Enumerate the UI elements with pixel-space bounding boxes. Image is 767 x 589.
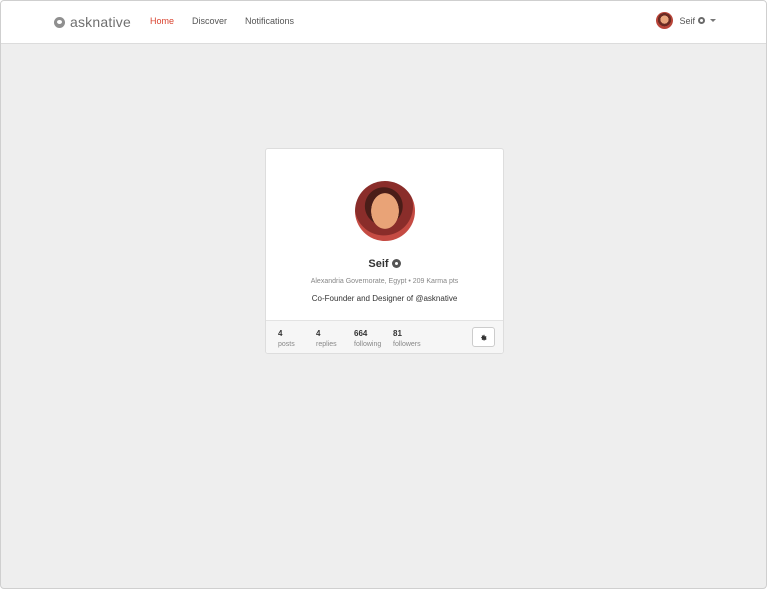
profile-bio: Co-Founder and Designer of @asknative — [311, 294, 458, 303]
logo-icon — [54, 17, 65, 28]
stat-label: posts — [278, 341, 295, 348]
user-menu[interactable]: Seif — [656, 12, 716, 29]
profile-name: Seif — [368, 258, 389, 270]
stat-label: replies — [316, 341, 337, 348]
nav-item-notifications[interactable]: Notifications — [245, 16, 294, 26]
stat-value: 664 — [354, 329, 368, 338]
stat-value: 4 — [316, 329, 321, 338]
verified-badge-icon — [391, 259, 401, 268]
stat-value: 4 — [278, 329, 283, 338]
stat-replies[interactable]: 4 replies — [316, 329, 337, 348]
stat-value: 81 — [393, 329, 402, 338]
stat-following[interactable]: 664 following — [354, 329, 381, 348]
profile-name-row: Seif — [266, 258, 503, 270]
profile-meta: Alexandria Governorate, Egypt • 209 Karm… — [310, 278, 459, 285]
stat-label: followers — [393, 341, 421, 348]
stat-posts[interactable]: 4 posts — [278, 329, 295, 348]
gear-icon — [481, 334, 488, 341]
main-nav: Home Discover Notifications — [150, 16, 312, 26]
chevron-down-icon — [710, 19, 716, 22]
stat-label: following — [354, 341, 382, 348]
profile-card: Seif Alexandria Governorate, Egypt • 209… — [265, 148, 504, 354]
settings-button[interactable] — [472, 327, 495, 347]
logo[interactable]: asknative — [54, 13, 131, 31]
user-name: Seif — [679, 15, 695, 26]
verified-badge-icon — [698, 17, 705, 24]
profile-stats: 4 posts 4 replies 664 following 81 follo… — [266, 320, 503, 353]
nav-item-discover[interactable]: Discover — [192, 16, 227, 26]
user-avatar — [656, 12, 674, 29]
app-window: asknative Home Discover Notifications Se… — [0, 0, 767, 589]
logo-text: asknative — [70, 14, 131, 30]
profile-avatar — [355, 181, 415, 241]
stat-followers[interactable]: 81 followers — [393, 329, 421, 348]
top-navigation-bar: asknative Home Discover Notifications Se… — [1, 1, 766, 44]
nav-item-home[interactable]: Home — [150, 16, 174, 26]
